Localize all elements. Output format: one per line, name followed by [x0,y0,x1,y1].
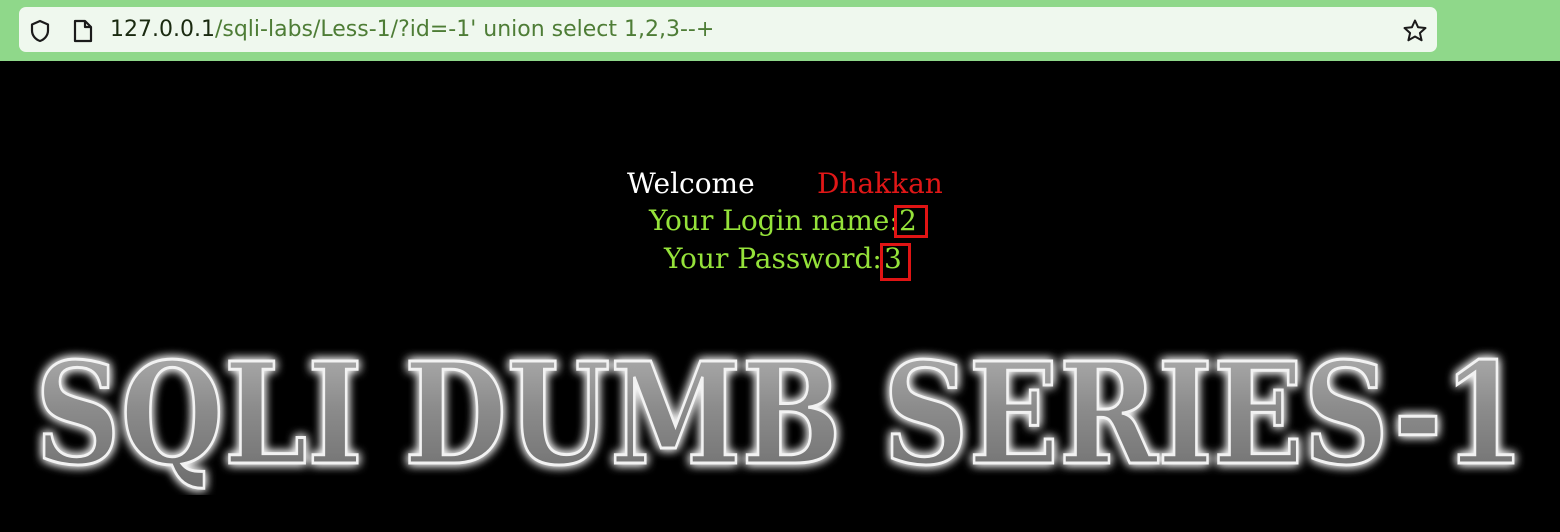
shield-icon[interactable] [28,19,52,43]
welcome-username: Dhakkan [817,167,943,200]
browser-toolbar: 127.0.0.1/sqli-labs/Less-1/?id=-1' union… [0,0,1560,61]
password-value-highlight [880,243,911,281]
login-name-label: Your Login name: [649,204,899,237]
series-title-banner: SQLI DUMB SERIES-1 [34,335,1527,495]
url-text[interactable]: 127.0.0.1/sqli-labs/Less-1/?id=-1' union… [110,14,714,46]
login-value-highlight [894,205,928,238]
password-label: Your Password: [664,242,882,275]
url-host: 127.0.0.1 [110,17,215,42]
page-icon[interactable] [72,19,94,43]
star-icon[interactable] [1402,18,1428,44]
banner-title: SQLI DUMB SERIES-1 [35,335,1525,495]
welcome-label: Welcome [627,167,755,200]
url-path: /sqli-labs/Less-1/?id=-1' union select 1… [214,17,715,42]
